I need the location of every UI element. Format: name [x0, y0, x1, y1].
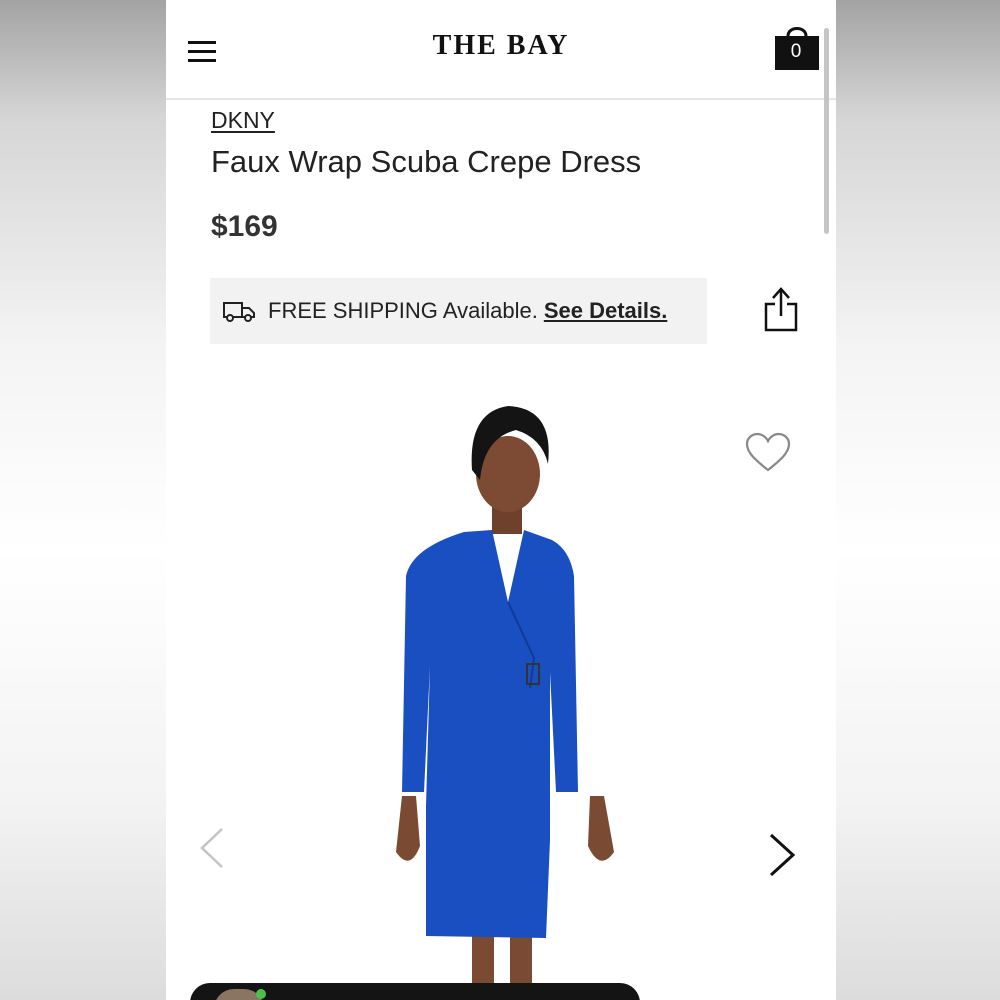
shipping-details-link[interactable]: See Details. — [544, 298, 668, 323]
dress — [402, 530, 578, 938]
shopping-bag-button[interactable]: 0 — [774, 24, 820, 72]
chevron-left-icon[interactable] — [196, 825, 226, 871]
delivery-truck-icon — [223, 302, 255, 322]
chevron-right-icon[interactable] — [766, 830, 798, 880]
online-status-dot — [256, 989, 266, 999]
share-icon[interactable] — [762, 286, 800, 332]
scrollbar[interactable] — [824, 28, 829, 234]
bottom-overlay-bar[interactable] — [190, 983, 640, 1000]
heart-icon[interactable] — [744, 431, 792, 473]
site-logo[interactable]: THE BAY — [166, 30, 836, 62]
bag-count: 0 — [790, 41, 802, 62]
site-header: THE BAY 0 — [166, 0, 836, 100]
shipping-banner: FREE SHIPPING Available. See Details. — [210, 278, 707, 344]
product-title: Faux Wrap Scuba Crepe Dress — [211, 144, 642, 179]
shipping-label: FREE SHIPPING Available. — [268, 298, 538, 323]
product-image — [396, 406, 614, 1000]
product-price: $169 — [211, 210, 278, 243]
product-page: THE BAY 0 DKNY Faux Wrap Scuba Crepe Dre… — [166, 0, 836, 1000]
brand-link[interactable]: DKNY — [211, 107, 275, 134]
shipping-text: FREE SHIPPING Available. See Details. — [268, 298, 667, 324]
